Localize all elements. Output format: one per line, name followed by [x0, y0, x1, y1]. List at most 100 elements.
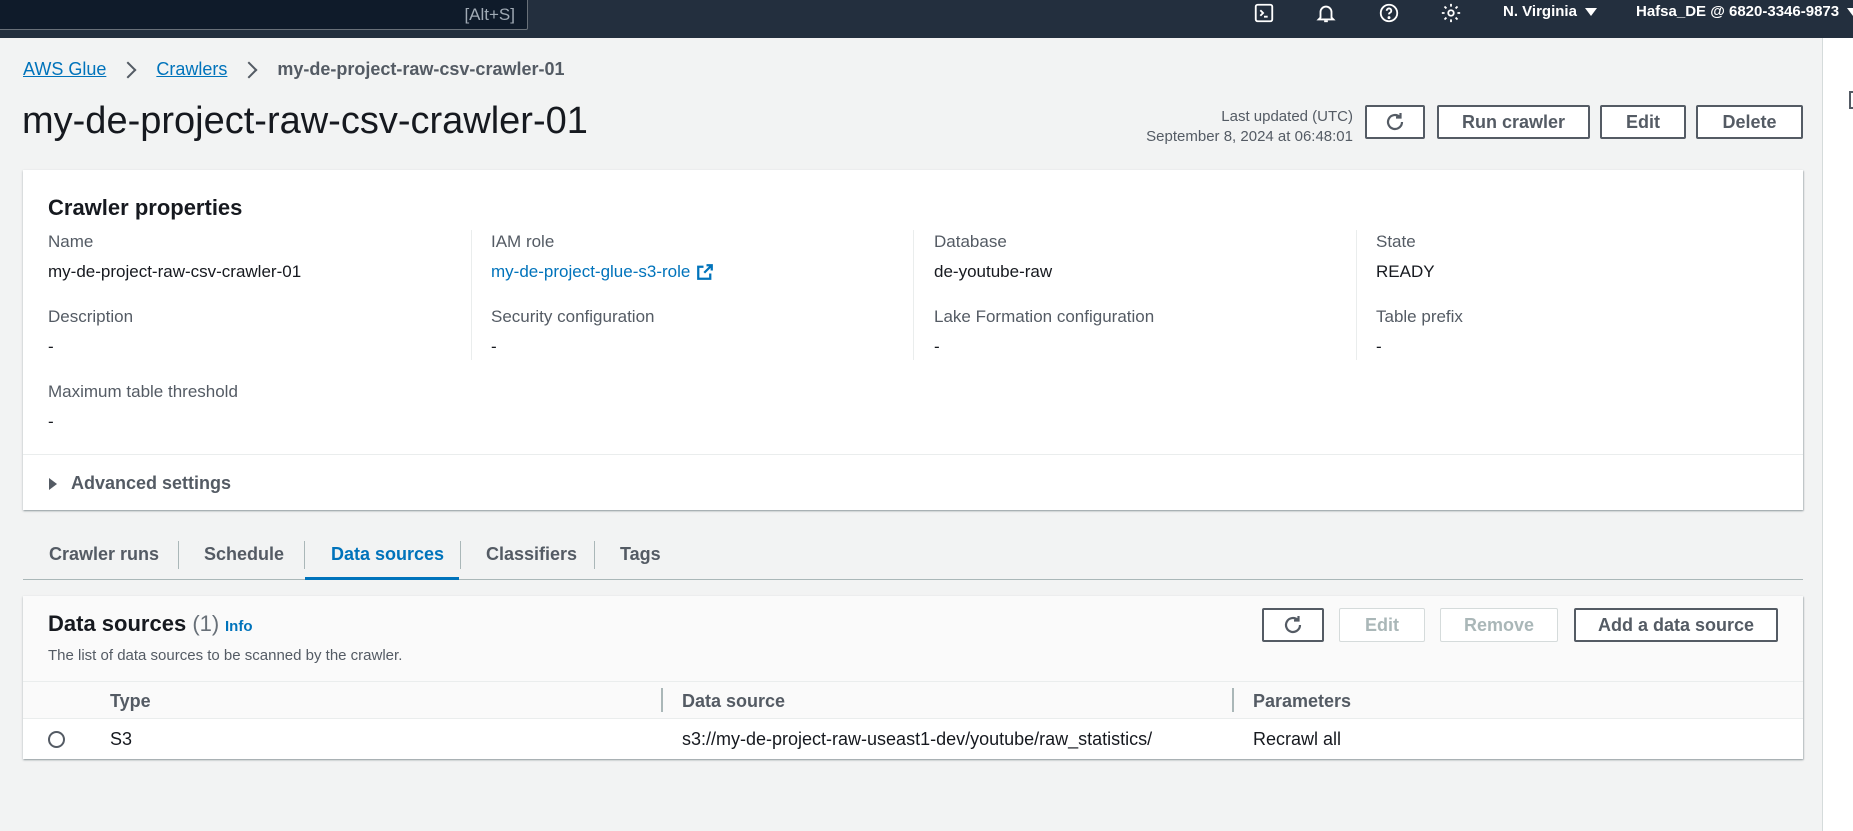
- security-configuration-property: Security configuration -: [491, 307, 654, 357]
- breadcrumb-aws-glue[interactable]: AWS Glue: [23, 59, 106, 80]
- crawler-properties-panel: Crawler properties Name my-de-project-ra…: [23, 170, 1803, 510]
- refresh-button[interactable]: [1365, 105, 1425, 139]
- panel-title: Crawler properties: [48, 195, 243, 220]
- search-shortcut-hint: [Alt+S]: [464, 5, 515, 24]
- tab-divider: [460, 541, 461, 569]
- lake-formation-label: Lake Formation configuration: [934, 307, 1155, 326]
- threshold-property: Maximum table threshold -: [48, 382, 238, 432]
- last-updated: Last updated (UTC) September 8, 2024 at …: [1146, 107, 1353, 147]
- column-header-type: Type: [110, 691, 151, 711]
- data-sources-title: Data sources (1): [48, 611, 219, 637]
- settings-gear-icon[interactable]: [1431, 0, 1471, 26]
- threshold-label: Maximum table threshold: [48, 382, 238, 401]
- advanced-settings-toggle[interactable]: Advanced settings: [23, 454, 1803, 510]
- iam-role-property: IAM role my-de-project-glue-s3-role: [491, 232, 714, 282]
- iam-role-link[interactable]: my-de-project-glue-s3-role: [491, 262, 714, 282]
- tab-data-sources[interactable]: Data sources: [331, 544, 444, 565]
- name-property: Name my-de-project-raw-csv-crawler-01: [48, 232, 301, 282]
- table-prefix-property: Table prefix -: [1376, 307, 1463, 357]
- data-sources-count: (1): [192, 611, 220, 636]
- database-property: Database de-youtube-raw: [934, 232, 1052, 282]
- refresh-data-sources-button[interactable]: [1262, 608, 1324, 642]
- breadcrumb: AWS Glue Crawlers my-de-project-raw-csv-…: [23, 59, 565, 80]
- tab-bar: Crawler runs Schedule Data sources Class…: [23, 534, 1803, 580]
- tab-schedule[interactable]: Schedule: [204, 544, 284, 565]
- column-header-data-source: Data source: [682, 691, 786, 711]
- lake-formation-property: Lake Formation configuration -: [934, 307, 1154, 357]
- region-selector[interactable]: N. Virginia: [1503, 3, 1597, 20]
- breadcrumb-current: my-de-project-raw-csv-crawler-01: [277, 59, 565, 79]
- account-menu[interactable]: Hafsa_DE @ 6820-3346-9873: [1636, 3, 1853, 20]
- chevron-down-icon: [1847, 7, 1853, 16]
- account-label: Hafsa_DE @ 6820-3346-9873: [1636, 3, 1840, 20]
- chevron-down-icon: [1584, 7, 1597, 16]
- threshold-value: -: [48, 412, 54, 431]
- state-property: State READY: [1376, 232, 1435, 282]
- last-updated-value: September 8, 2024 at 06:48:01: [1146, 128, 1353, 145]
- cell-parameters: Recrawl all: [1253, 729, 1342, 749]
- name-label: Name: [48, 232, 94, 251]
- lake-formation-value: -: [934, 337, 940, 356]
- side-panel-rail: [1822, 38, 1853, 831]
- panel-toggle-icon[interactable]: [1849, 91, 1853, 109]
- table-header: Type Data source Parameters: [23, 681, 1803, 719]
- column-divider: [1356, 230, 1357, 360]
- column-divider[interactable]: [661, 688, 663, 712]
- column-divider[interactable]: [1232, 688, 1234, 712]
- edit-button[interactable]: Edit: [1600, 105, 1686, 139]
- top-navigation: [Alt+S] N. Virginia Hafsa_DE @ 6820-3346…: [0, 0, 1853, 38]
- search-input[interactable]: [Alt+S]: [0, 0, 528, 30]
- database-value: de-youtube-raw: [934, 262, 1053, 281]
- run-crawler-button[interactable]: Run crawler: [1437, 105, 1590, 139]
- state-value: READY: [1376, 262, 1435, 281]
- cell-data-source: s3://my-de-project-raw-useast1-dev/youtu…: [682, 729, 1153, 749]
- refresh-icon: [1284, 616, 1302, 634]
- security-configuration-value: -: [491, 337, 497, 356]
- chevron-right-icon: [240, 61, 258, 78]
- caret-right-icon: [49, 478, 57, 490]
- notifications-bell-icon[interactable]: [1306, 0, 1346, 26]
- refresh-icon: [1386, 113, 1404, 131]
- security-configuration-label: Security configuration: [491, 307, 655, 326]
- tab-tags[interactable]: Tags: [620, 544, 661, 565]
- column-header-parameters: Parameters: [1253, 691, 1352, 711]
- breadcrumb-crawlers[interactable]: Crawlers: [156, 59, 227, 80]
- tab-crawler-runs[interactable]: Crawler runs: [49, 544, 159, 565]
- external-link-icon: [697, 264, 714, 280]
- data-sources-description: The list of data sources to be scanned b…: [48, 647, 403, 664]
- name-value: my-de-project-raw-csv-crawler-01: [48, 262, 302, 281]
- tab-classifiers[interactable]: Classifiers: [486, 544, 577, 565]
- add-data-source-button[interactable]: Add a data source: [1574, 608, 1778, 642]
- help-icon[interactable]: [1369, 0, 1409, 26]
- table-prefix-value: -: [1376, 337, 1382, 356]
- data-sources-title-text: Data sources: [48, 611, 187, 636]
- tab-divider: [594, 541, 595, 569]
- advanced-settings-label: Advanced settings: [71, 473, 232, 493]
- edit-data-source-button[interactable]: Edit: [1339, 608, 1425, 642]
- tab-divider: [304, 541, 305, 569]
- remove-data-source-button[interactable]: Remove: [1440, 608, 1558, 642]
- info-link[interactable]: Info: [225, 618, 253, 635]
- iam-role-value: my-de-project-glue-s3-role: [491, 262, 691, 281]
- chevron-right-icon: [119, 61, 137, 78]
- iam-role-label: IAM role: [491, 232, 555, 251]
- table-row: S3 s3://my-de-project-raw-useast1-dev/yo…: [23, 719, 1803, 759]
- database-label: Database: [934, 232, 1007, 251]
- cell-type: S3: [110, 729, 133, 749]
- row-select-radio[interactable]: [48, 731, 65, 748]
- page-title: my-de-project-raw-csv-crawler-01: [22, 100, 588, 142]
- table-prefix-label: Table prefix: [1376, 307, 1463, 326]
- last-updated-label: Last updated (UTC): [1221, 108, 1353, 125]
- column-divider: [471, 230, 472, 360]
- description-property: Description -: [48, 307, 133, 357]
- tab-divider: [178, 541, 179, 569]
- description-label: Description: [48, 307, 134, 326]
- description-value: -: [48, 337, 54, 356]
- cloudshell-icon[interactable]: [1244, 0, 1284, 26]
- column-divider: [913, 230, 914, 360]
- active-tab-indicator: [305, 577, 459, 580]
- data-sources-panel: Data sources (1) Info The list of data s…: [23, 596, 1803, 759]
- state-label: State: [1376, 232, 1416, 251]
- region-label: N. Virginia: [1503, 3, 1577, 20]
- delete-button[interactable]: Delete: [1696, 105, 1803, 139]
